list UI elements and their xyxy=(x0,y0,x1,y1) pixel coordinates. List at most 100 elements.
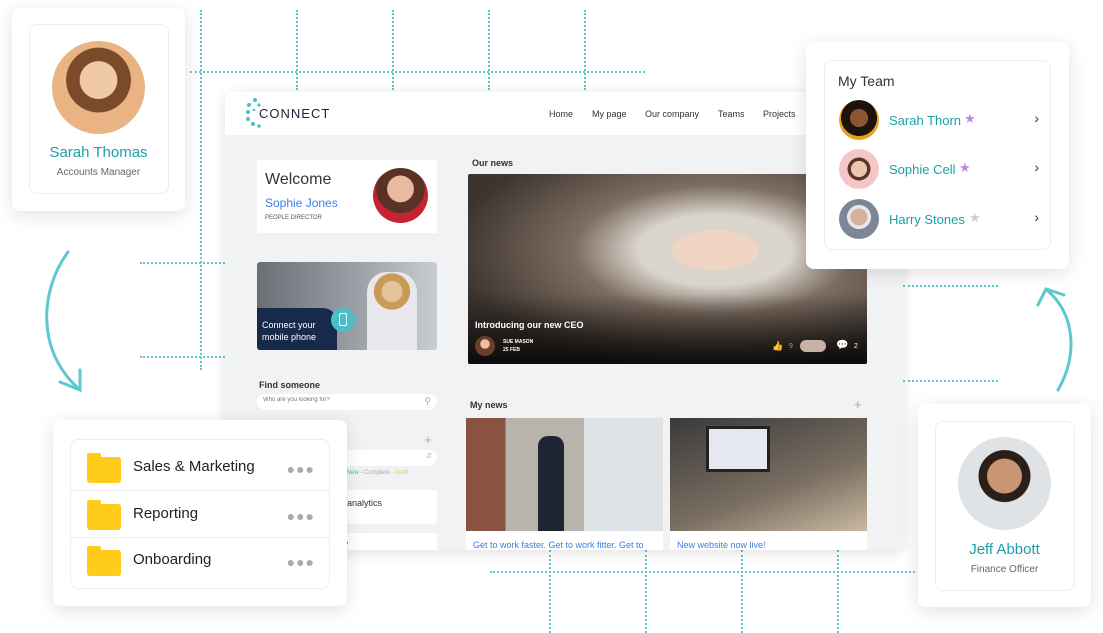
profile-avatar xyxy=(958,437,1051,530)
nav-projects[interactable]: Projects xyxy=(763,109,796,119)
nav-home[interactable]: Home xyxy=(549,109,573,119)
member-name: Sophie Cell xyxy=(889,162,956,177)
search-icon[interactable]: ⚲ xyxy=(424,396,431,407)
profile-name: Sarah Thomas xyxy=(49,144,148,161)
my-news-heading: My news xyxy=(470,400,508,410)
folder-row[interactable]: Sales & Marketing ●●● xyxy=(71,445,329,491)
dotted-line xyxy=(200,10,202,370)
team-member-row[interactable]: Sarah Thorn ★ › xyxy=(839,100,1039,140)
star-icon: ★ xyxy=(959,160,971,175)
add-news-icon[interactable]: + xyxy=(854,397,862,412)
news-title[interactable]: Get to work faster. Get to work fitter. … xyxy=(473,540,644,550)
dotted-line xyxy=(190,71,645,73)
task-title: analytics xyxy=(347,498,383,508)
find-someone-heading: Find someone xyxy=(259,380,321,390)
task-filter-select[interactable]: ⇵ xyxy=(335,450,437,466)
curved-arrow-icon xyxy=(1036,287,1073,392)
promo-text-line2: mobile phone xyxy=(262,332,317,342)
app-logo-text: CONNECT xyxy=(259,106,331,121)
status-complete: Complete xyxy=(364,470,390,476)
task-item[interactable]: licy xyxy=(335,533,437,550)
promo-text-panel: Connect your mobile phone xyxy=(257,308,337,350)
dotted-line xyxy=(584,10,586,90)
task-item[interactable]: analytics xyxy=(335,490,437,524)
status-draft: Draft xyxy=(395,470,409,476)
dotted-line xyxy=(645,550,647,633)
profile-avatar xyxy=(52,41,145,134)
profile-card-sarah-thomas[interactable]: Sarah Thomas Accounts Manager xyxy=(12,8,185,211)
welcome-card: Welcome Sophie Jones PEOPLE DIRECTOR xyxy=(257,160,437,233)
team-member-row[interactable]: Sophie Cell ★ › xyxy=(839,149,1039,189)
dotted-line xyxy=(140,356,225,358)
more-options-icon[interactable]: ●●● xyxy=(287,508,315,524)
curved-arrow-icon xyxy=(45,250,82,393)
member-avatar xyxy=(839,149,879,189)
member-name: Sarah Thorn xyxy=(889,113,962,128)
more-options-icon[interactable]: ●●● xyxy=(287,461,315,477)
team-title: My Team xyxy=(838,73,895,89)
star-icon: ★ xyxy=(964,111,976,126)
dotted-line xyxy=(140,262,225,264)
folder-icon xyxy=(87,546,121,576)
star-icon: ★ xyxy=(969,210,981,225)
post-date: 25 FEB xyxy=(503,347,520,353)
promo-text-line1: Connect your xyxy=(262,320,316,330)
profile-card-jeff-abbott[interactable]: Jeff Abbott Finance Officer xyxy=(918,404,1091,607)
dotted-line xyxy=(296,10,298,90)
folders-card: Sales & Marketing ●●● Reporting ●●● Onbo… xyxy=(53,420,347,606)
welcome-name[interactable]: Sophie Jones xyxy=(265,196,338,210)
nav-my-page[interactable]: My page xyxy=(592,109,627,119)
select-arrows-icon: ⇵ xyxy=(426,453,432,460)
mobile-promo-card[interactable]: Connect your mobile phone xyxy=(257,262,437,350)
member-name: Harry Stones xyxy=(889,212,965,227)
dotted-line xyxy=(903,380,998,382)
folder-icon xyxy=(87,500,121,530)
folder-row[interactable]: Onboarding ●●● xyxy=(71,538,329,584)
comment-count: 2 xyxy=(854,343,858,350)
chevron-right-icon[interactable]: › xyxy=(1034,209,1039,225)
dotted-line xyxy=(488,10,490,90)
folder-row[interactable]: Reporting ●●● xyxy=(71,492,329,538)
more-options-icon[interactable]: ●●● xyxy=(287,554,315,570)
dotted-line xyxy=(549,550,551,633)
my-team-card: My Team Sarah Thorn ★ › Sophie Cell ★ › … xyxy=(806,42,1069,269)
liker-avatars xyxy=(800,340,826,352)
profile-role: Accounts Manager xyxy=(56,167,141,178)
nav-our-company[interactable]: Our company xyxy=(645,109,699,119)
dotted-line xyxy=(741,550,743,633)
chevron-right-icon[interactable]: › xyxy=(1034,110,1039,126)
folder-name: Onboarding xyxy=(133,551,212,568)
profile-name: Jeff Abbott xyxy=(969,541,1040,558)
folders-inner: Sales & Marketing ●●● Reporting ●●● Onbo… xyxy=(70,439,330,589)
promo-photo xyxy=(367,272,417,350)
mobile-phone-icon xyxy=(331,308,355,332)
dotted-line xyxy=(490,571,915,573)
welcome-avatar xyxy=(373,168,428,223)
welcome-role: PEOPLE DIRECTOR xyxy=(265,215,322,221)
folder-name: Sales & Marketing xyxy=(133,458,255,475)
author-name: SUE MASON xyxy=(503,339,534,345)
chevron-right-icon[interactable]: › xyxy=(1034,159,1039,175)
find-someone-input[interactable] xyxy=(263,397,413,403)
comment-icon[interactable]: 💬 xyxy=(836,340,848,351)
featured-news-headline[interactable]: Introducing our new CEO xyxy=(475,320,584,330)
thumbs-up-icon[interactable]: 👍 xyxy=(772,341,783,352)
author-avatar xyxy=(475,336,495,356)
team-member-row[interactable]: Harry Stones ★ › xyxy=(839,199,1039,239)
folder-icon xyxy=(87,453,121,483)
news-photo xyxy=(670,418,867,531)
nav-teams[interactable]: Teams xyxy=(718,109,745,119)
app-header: CONNECT Home My page Our company Teams P… xyxy=(225,92,903,135)
like-count: 9 xyxy=(789,343,793,350)
news-title[interactable]: New website now live! xyxy=(677,540,766,550)
member-avatar xyxy=(839,100,879,140)
news-card[interactable]: New website now live! xyxy=(670,418,867,550)
task-status-legend: - New - Complete - Draft xyxy=(343,470,409,476)
profile-role: Finance Officer xyxy=(970,564,1039,575)
add-task-icon[interactable]: + xyxy=(424,432,432,447)
news-card[interactable]: Get to work faster. Get to work fitter. … xyxy=(466,418,663,550)
member-avatar xyxy=(839,199,879,239)
status-new: New xyxy=(346,470,359,476)
folder-name: Reporting xyxy=(133,505,199,522)
find-someone-search[interactable]: ⚲ xyxy=(257,394,437,410)
